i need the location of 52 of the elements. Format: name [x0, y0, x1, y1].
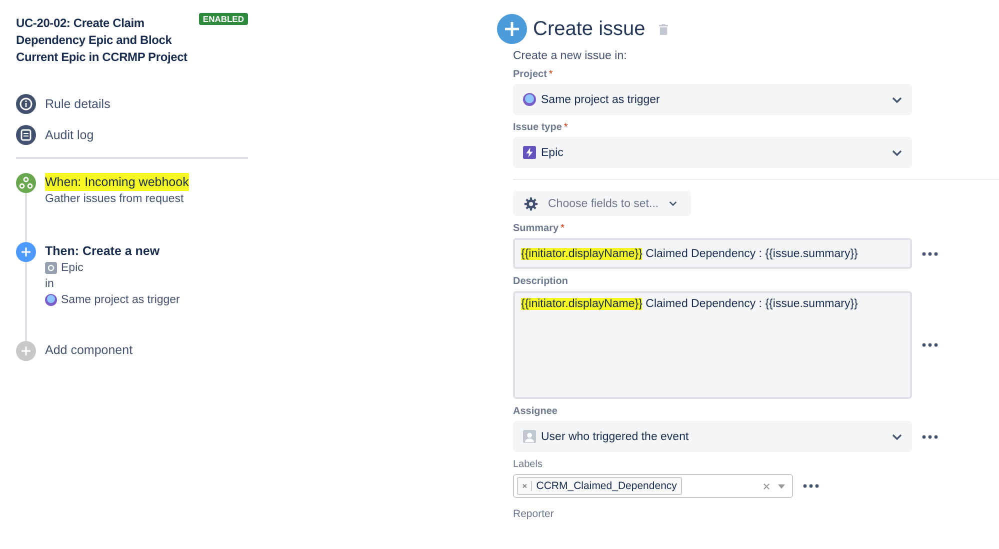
- dropdown-icon[interactable]: [778, 484, 785, 488]
- chevron-down-icon: [892, 150, 902, 156]
- remove-tag-button[interactable]: ×: [518, 481, 532, 491]
- nav-item[interactable]: Rule details: [16, 91, 248, 116]
- plus-icon: [16, 341, 36, 361]
- more-icon[interactable]: [922, 434, 938, 438]
- rule-title: UC-20-02: Create Claim Dependency Epic and Block Current Epic in CCRMP Project: [16, 15, 188, 66]
- required-mark: *: [560, 223, 564, 234]
- field-label: Reporter: [513, 508, 555, 520]
- field-label: Assignee: [513, 406, 558, 417]
- chevron-down-icon: [892, 96, 902, 102]
- more-icon[interactable]: [922, 343, 938, 347]
- add-component-link[interactable]: Add component: [45, 341, 133, 359]
- chevron-down-icon: [668, 201, 677, 206]
- field-label: Description: [513, 276, 568, 287]
- required-mark: *: [564, 122, 568, 133]
- field-label: Labels: [513, 459, 542, 470]
- field-label: Project: [513, 69, 547, 80]
- select-field[interactable]: User who triggered the event: [513, 421, 912, 452]
- intro-text: Create a new issue in:: [513, 50, 628, 62]
- lightning-icon: [523, 146, 536, 159]
- step-title: Then: Create a new: [45, 243, 160, 260]
- step-detail: Same project as trigger: [61, 293, 180, 308]
- required-mark: *: [548, 69, 553, 80]
- step-title: When: Incoming webhook: [45, 173, 189, 191]
- project-icon: [45, 294, 57, 306]
- labels-field[interactable]: × CCRM_Claimed_Dependency: [513, 474, 793, 498]
- webhook-icon: [16, 173, 36, 193]
- more-icon[interactable]: [803, 484, 819, 488]
- step-detail: Gather issues from request: [45, 192, 184, 207]
- step-detail: in: [45, 277, 54, 292]
- plus-icon: [16, 242, 36, 262]
- issue-type-icon: [45, 262, 57, 274]
- chevron-down-icon: [892, 434, 902, 440]
- user-icon: [523, 430, 536, 443]
- step-detail: Epic: [61, 261, 84, 276]
- settings-icon: [524, 196, 538, 210]
- field-label: Issue type: [513, 122, 562, 133]
- more-icon[interactable]: [922, 252, 938, 256]
- select-field[interactable]: Same project as trigger: [513, 84, 912, 115]
- field-label: Summary: [513, 223, 559, 234]
- project-icon: [523, 93, 536, 106]
- select-field[interactable]: Epic: [513, 137, 912, 168]
- choose-fields-button[interactable]: Choose fields to set...: [513, 191, 691, 216]
- label-tag: × CCRM_Claimed_Dependency: [517, 477, 682, 495]
- nav-item[interactable]: Audit log: [16, 122, 248, 147]
- status-badge: ENABLED: [198, 13, 248, 25]
- list-icon: [16, 124, 36, 144]
- info-icon: [16, 94, 36, 114]
- clear-icon[interactable]: [763, 482, 770, 490]
- plus-icon: [497, 14, 527, 44]
- panel-title: Create issue: [533, 18, 646, 40]
